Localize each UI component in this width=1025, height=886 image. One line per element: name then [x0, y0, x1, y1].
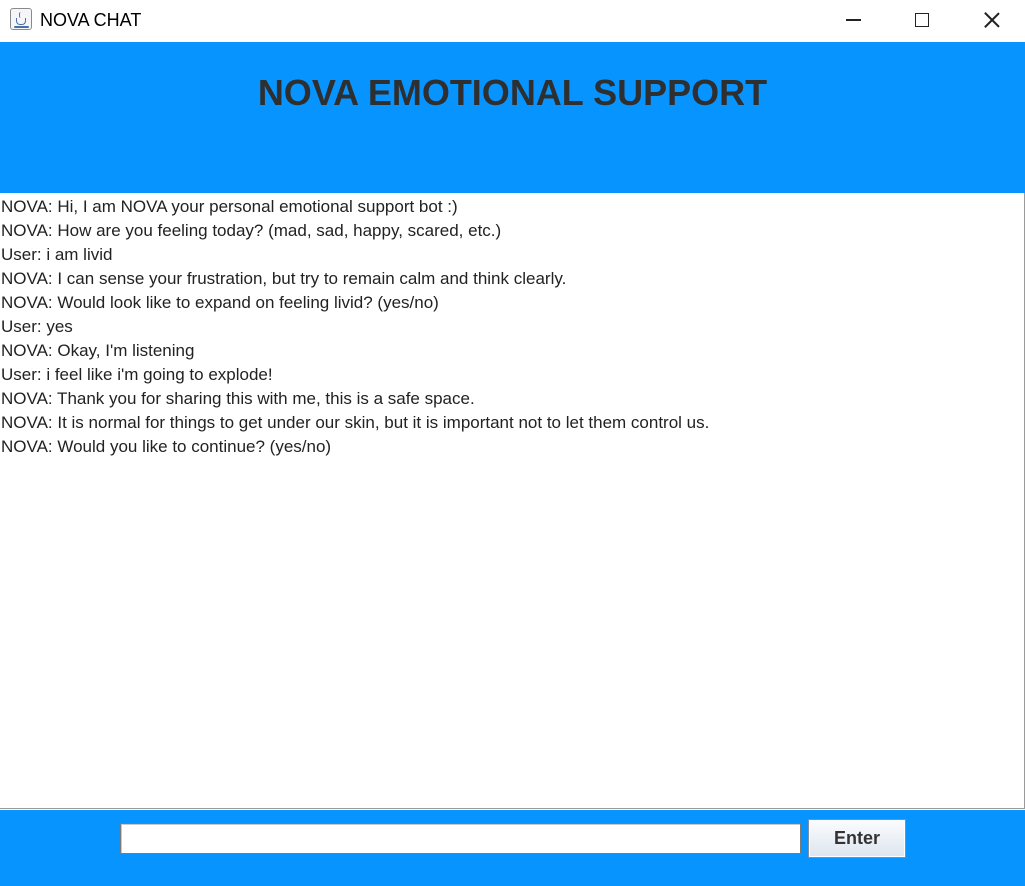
chat-message: NOVA: It is normal for things to get und… [1, 413, 710, 432]
maximize-icon [915, 13, 929, 27]
page-title: NOVA EMOTIONAL SUPPORT [257, 72, 768, 113]
chat-message: NOVA: Would look like to expand on feeli… [1, 293, 439, 312]
chat-message: User: i am livid [1, 245, 113, 264]
message-input[interactable] [120, 823, 801, 854]
minimize-button[interactable] [830, 0, 876, 40]
java-cup-icon [10, 8, 32, 30]
window-title: NOVA CHAT [40, 10, 142, 30]
chat-message: NOVA: Hi, I am NOVA your personal emotio… [1, 197, 458, 216]
enter-button[interactable]: Enter [808, 819, 906, 858]
chat-message: NOVA: I can sense your frustration, but … [1, 269, 567, 288]
chat-message: User: yes [1, 317, 73, 336]
header-banner: NOVA EMOTIONAL SUPPORT [0, 42, 1025, 193]
chat-message: NOVA: How are you feeling today? (mad, s… [1, 221, 502, 240]
chat-message: NOVA: Thank you for sharing this with me… [1, 389, 475, 408]
chat-log[interactable]: NOVA: Hi, I am NOVA your personal emotio… [0, 193, 1025, 809]
minimize-icon [845, 19, 861, 21]
close-button[interactable] [969, 0, 1015, 40]
chat-message: NOVA: Would you like to continue? (yes/n… [1, 437, 332, 456]
close-icon [984, 12, 1000, 28]
input-bar: Enter [0, 810, 1025, 886]
chat-message: NOVA: Okay, I'm listening [1, 341, 195, 360]
title-bar: NOVA CHAT [0, 0, 1025, 42]
maximize-button[interactable] [899, 0, 945, 40]
chat-message: User: i feel like i'm going to explode! [1, 365, 273, 384]
